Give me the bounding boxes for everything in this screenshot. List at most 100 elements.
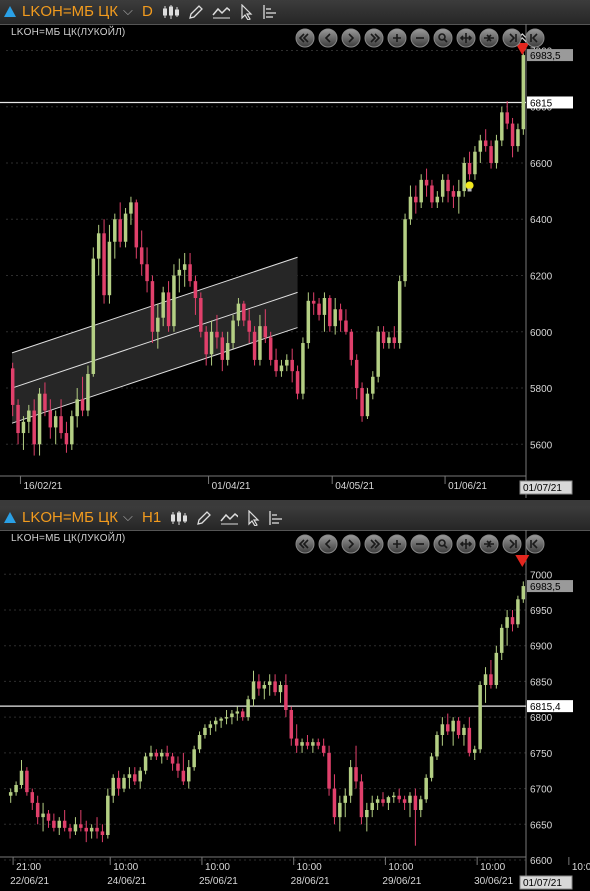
candle-body[interactable] — [462, 727, 466, 735]
candle-body[interactable] — [172, 275, 176, 327]
timeframe-selector[interactable]: H1 — [142, 509, 161, 526]
candlestick-icon[interactable] — [170, 510, 188, 526]
candle-body[interactable] — [386, 797, 391, 803]
skip-back-icon[interactable] — [295, 28, 315, 48]
candle-body[interactable] — [451, 191, 456, 197]
candle-body[interactable] — [489, 674, 493, 685]
candle-body[interactable] — [106, 795, 110, 835]
cursor-icon[interactable] — [240, 4, 258, 20]
candle-body[interactable] — [59, 416, 63, 434]
candle-body[interactable] — [224, 717, 229, 719]
candle-body[interactable] — [70, 416, 74, 445]
candle-body[interactable] — [16, 404, 20, 434]
candle-body[interactable] — [279, 365, 284, 372]
step-forward-icon[interactable] — [341, 534, 361, 554]
candle-body[interactable] — [344, 320, 348, 332]
candle-body[interactable] — [408, 196, 413, 220]
candle-body[interactable] — [156, 317, 160, 332]
candle-body[interactable] — [435, 735, 439, 757]
candle-body[interactable] — [199, 298, 203, 332]
candle-body[interactable] — [424, 777, 428, 800]
candle-body[interactable] — [197, 735, 202, 750]
candle-body[interactable] — [456, 720, 461, 735]
candle-body[interactable] — [343, 795, 347, 803]
pencil-icon[interactable] — [188, 4, 206, 20]
candle-body[interactable] — [354, 359, 359, 389]
candle-body[interactable] — [57, 820, 62, 828]
candle-body[interactable] — [397, 795, 401, 800]
candle-body[interactable] — [328, 298, 332, 327]
candle-body[interactable] — [348, 767, 353, 796]
candle-body[interactable] — [274, 359, 278, 372]
candle-body[interactable] — [79, 824, 83, 828]
candle-body[interactable] — [413, 795, 418, 810]
candle-body[interactable] — [430, 185, 434, 203]
candle-body[interactable] — [193, 281, 198, 299]
candle-body[interactable] — [397, 281, 402, 344]
candle-body[interactable] — [145, 264, 149, 282]
candle-body[interactable] — [240, 711, 245, 718]
candle-body[interactable] — [246, 699, 250, 718]
candle-body[interactable] — [95, 827, 99, 832]
skip-forward-icon[interactable] — [364, 534, 384, 554]
candle-body[interactable] — [219, 718, 223, 721]
zoom-in-icon[interactable] — [387, 534, 407, 554]
candle-body[interactable] — [80, 399, 85, 411]
candle-body[interactable] — [32, 410, 36, 445]
candle-body[interactable] — [215, 331, 219, 338]
candle-body[interactable] — [96, 233, 101, 259]
candle-body[interactable] — [516, 599, 520, 625]
indicator-icon[interactable] — [220, 510, 238, 526]
candle-body[interactable] — [301, 343, 305, 394]
candle-body[interactable] — [451, 720, 455, 732]
zoom-out-icon[interactable] — [410, 28, 430, 48]
indicator-icon[interactable] — [212, 4, 230, 20]
candle-body[interactable] — [267, 681, 272, 685]
candle-body[interactable] — [143, 756, 148, 771]
candle-body[interactable] — [41, 813, 45, 818]
candle-body[interactable] — [8, 792, 13, 796]
candle-body[interactable] — [316, 742, 321, 746]
candle-body[interactable] — [381, 331, 386, 344]
candle-body[interactable] — [402, 799, 407, 803]
candle-body[interactable] — [446, 724, 450, 732]
candle-body[interactable] — [263, 326, 268, 338]
candle-body[interactable] — [134, 202, 139, 248]
candle-body[interactable] — [483, 140, 488, 147]
pencil-icon[interactable] — [196, 510, 214, 526]
candle-body[interactable] — [247, 320, 251, 332]
candle-body[interactable] — [446, 179, 450, 192]
candle-body[interactable] — [231, 320, 235, 344]
candle-body[interactable] — [311, 742, 315, 746]
candle-body[interactable] — [510, 123, 515, 147]
candle-body[interactable] — [25, 770, 29, 793]
expand-icon[interactable] — [456, 28, 476, 48]
candle-body[interactable] — [235, 711, 240, 714]
zoom-fit-icon[interactable] — [433, 28, 453, 48]
candle-body[interactable] — [10, 368, 15, 405]
candle-body[interactable] — [251, 681, 256, 700]
candle-body[interactable] — [311, 300, 316, 304]
candle-body[interactable] — [133, 774, 137, 782]
candle-body[interactable] — [182, 264, 187, 270]
candle-body[interactable] — [150, 281, 155, 332]
candle-body[interactable] — [371, 376, 375, 394]
candle-body[interactable] — [91, 258, 96, 374]
candle-body[interactable] — [483, 674, 488, 685]
candle-body[interactable] — [225, 343, 230, 360]
candle-body[interactable] — [440, 724, 445, 735]
candle-body[interactable] — [177, 269, 182, 276]
candle-body[interactable] — [429, 756, 434, 778]
candle-body[interactable] — [19, 770, 24, 785]
candle-body[interactable] — [89, 827, 94, 832]
symbol-selector[interactable]: LKOH=МБ ЦК — [22, 3, 118, 20]
candle-body[interactable] — [317, 303, 321, 315]
compress-icon[interactable] — [479, 28, 499, 48]
candle-body[interactable] — [306, 300, 311, 344]
candle-body[interactable] — [521, 55, 526, 130]
candle-body[interactable] — [154, 752, 159, 757]
chevron-down-icon[interactable]: ⌵ — [123, 3, 133, 19]
candle-body[interactable] — [262, 685, 267, 689]
candle-body[interactable] — [370, 802, 374, 810]
candle-body[interactable] — [165, 752, 169, 757]
